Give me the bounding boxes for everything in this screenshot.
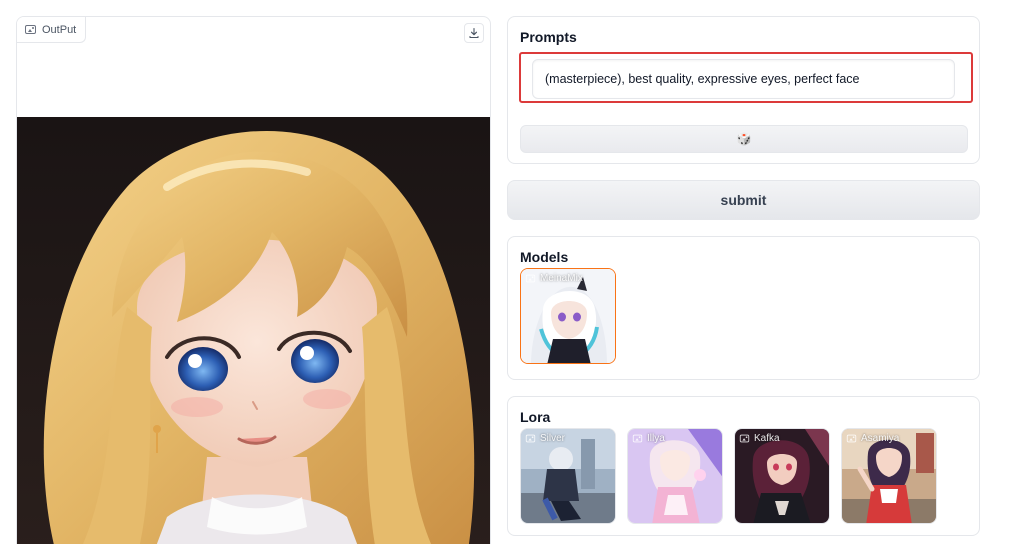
lora-thumb-label: Kafka <box>739 433 780 444</box>
image-icon <box>525 274 536 283</box>
model-thumb-meinamix[interactable]: MeinaMix <box>520 268 616 364</box>
output-image <box>17 117 490 544</box>
output-panel: OutPut <box>16 16 491 544</box>
image-icon <box>25 25 36 34</box>
lora-thumb-label: Illya <box>632 433 665 444</box>
download-button[interactable] <box>464 23 484 43</box>
lora-thumb-label: Asamiya <box>846 433 899 444</box>
output-label-text: OutPut <box>42 23 77 36</box>
model-thumb-label: MeinaMix <box>525 273 583 284</box>
lora-thumb-label: Silver <box>525 433 565 444</box>
dice-icon: 🎲 <box>736 132 752 146</box>
download-icon <box>469 27 479 39</box>
lora-thumb-asamiya[interactable]: Asamiya <box>841 428 937 524</box>
image-icon <box>525 434 536 443</box>
lora-name: Illya <box>647 433 665 444</box>
prompts-title: Prompts <box>520 29 577 45</box>
image-icon <box>632 434 643 443</box>
prompt-input[interactable] <box>532 59 955 99</box>
image-icon <box>739 434 750 443</box>
submit-button[interactable]: submit <box>507 180 980 220</box>
lora-title: Lora <box>520 409 551 425</box>
output-label: OutPut <box>17 17 87 43</box>
lora-thumb-kafka[interactable]: Kafka <box>734 428 830 524</box>
lora-panel: Lora Silver Illya Kafka Asamiya <box>507 396 980 536</box>
prompts-panel: Prompts 🎲 <box>507 16 980 164</box>
lora-name: Kafka <box>754 433 780 444</box>
lora-thumb-illya[interactable]: Illya <box>627 428 723 524</box>
image-icon <box>846 434 857 443</box>
lora-name: Asamiya <box>861 433 900 444</box>
random-prompt-button[interactable]: 🎲 <box>520 125 968 153</box>
models-panel: Models MeinaMix <box>507 236 980 380</box>
models-title: Models <box>520 249 569 265</box>
lora-thumb-silver[interactable]: Silver <box>520 428 616 524</box>
model-name: MeinaMix <box>540 273 583 284</box>
lora-name: Silver <box>540 433 566 444</box>
